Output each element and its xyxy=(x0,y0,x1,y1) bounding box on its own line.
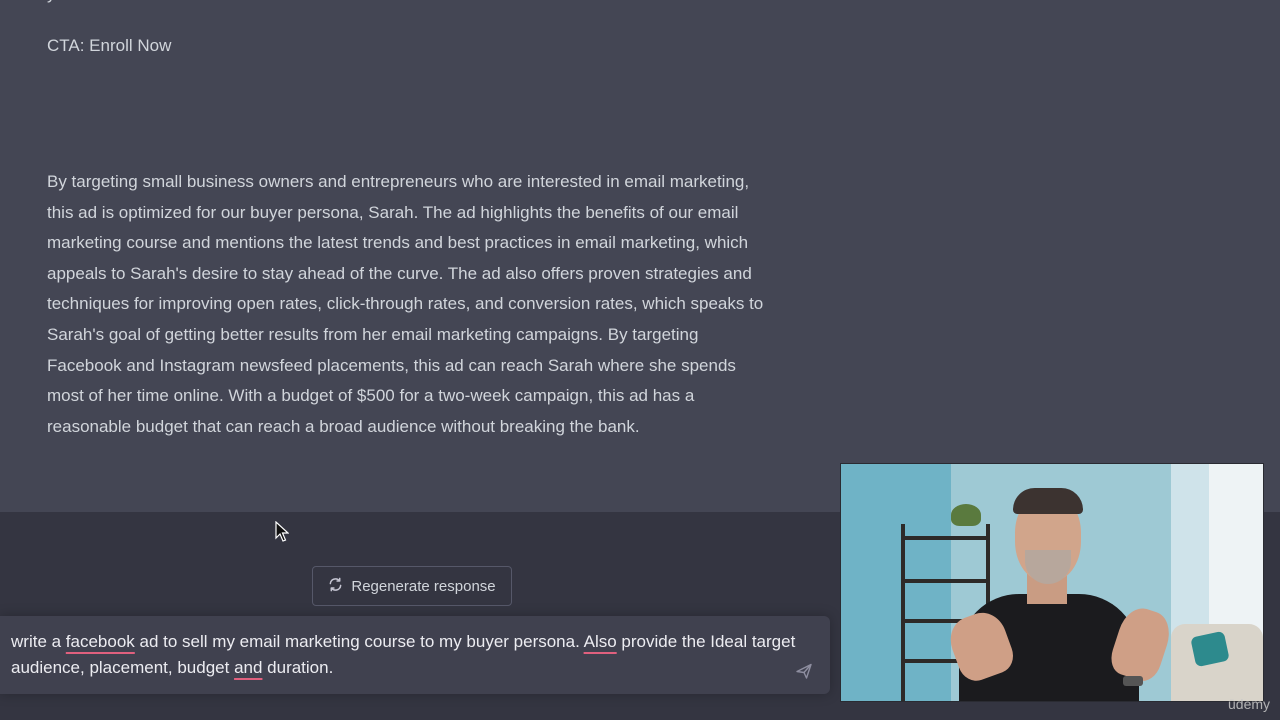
prompt-segment: write a xyxy=(11,632,66,651)
cropped-text-line: y xyxy=(47,0,56,4)
person-hair xyxy=(1013,488,1083,514)
plant xyxy=(951,504,981,526)
cta-line: CTA: Enroll Now xyxy=(47,36,172,55)
misspelled-word: Also xyxy=(583,632,617,651)
prompt-segment: ad to sell my email marketing course to … xyxy=(134,632,584,651)
analysis-paragraph: By targeting small business owners and e… xyxy=(47,172,764,436)
mouse-cursor-icon xyxy=(275,520,290,543)
shelf xyxy=(901,536,990,540)
prompt-text[interactable]: write a facebook ad to sell my email mar… xyxy=(11,629,801,681)
send-icon[interactable] xyxy=(795,662,813,680)
regenerate-label: Regenerate response xyxy=(351,577,496,595)
shelf-post xyxy=(901,524,905,701)
instructor-webcam xyxy=(840,463,1264,702)
prompt-segment: duration. xyxy=(262,658,334,677)
chat-page: y CTA: Enroll Now By targeting small bus… xyxy=(0,0,1280,720)
shelf xyxy=(901,579,990,583)
misspelled-word: facebook xyxy=(65,632,135,651)
udemy-watermark: ūdemy xyxy=(1228,696,1271,712)
regenerate-response-button[interactable]: Regenerate response xyxy=(312,566,512,606)
misspelled-word: and xyxy=(234,658,263,677)
refresh-icon xyxy=(328,577,343,596)
wristwatch xyxy=(1123,676,1143,686)
assistant-message: y CTA: Enroll Now By targeting small bus… xyxy=(0,0,1280,512)
prompt-input[interactable]: write a facebook ad to sell my email mar… xyxy=(0,616,830,694)
